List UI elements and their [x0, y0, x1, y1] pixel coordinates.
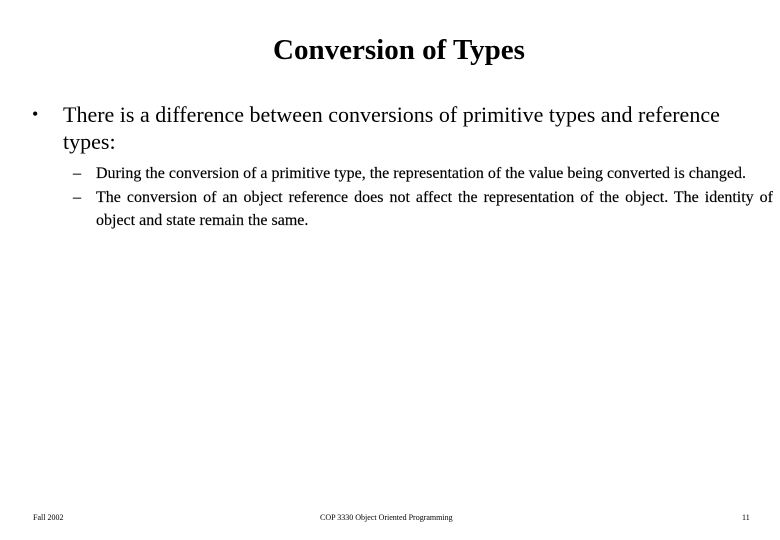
- bullet-text: There is a difference between conversion…: [63, 102, 720, 154]
- dash-marker-icon: –: [73, 188, 81, 206]
- slide-title: Conversion of Types: [273, 34, 525, 66]
- footer-course: COP 3330 Object Oriented Programming: [320, 513, 453, 522]
- sub-bullet-text: During the conversion of a primitive typ…: [96, 165, 747, 182]
- dash-marker-icon: –: [73, 165, 81, 182]
- sub-bullet-item: – The conversion of an object reference …: [73, 186, 773, 233]
- footer-page-number: 11: [742, 513, 750, 522]
- bullet-marker-icon: •: [32, 104, 39, 124]
- sub-bullet-item: – During the conversion of a primitive t…: [73, 162, 773, 186]
- footer-date: Fall 2002: [33, 513, 64, 522]
- sub-bullet-text: The conversion of an object reference do…: [96, 188, 773, 229]
- sub-bullet-list: – During the conversion of a primitive t…: [73, 162, 773, 233]
- bullet-item: • There is a difference between conversi…: [32, 101, 752, 155]
